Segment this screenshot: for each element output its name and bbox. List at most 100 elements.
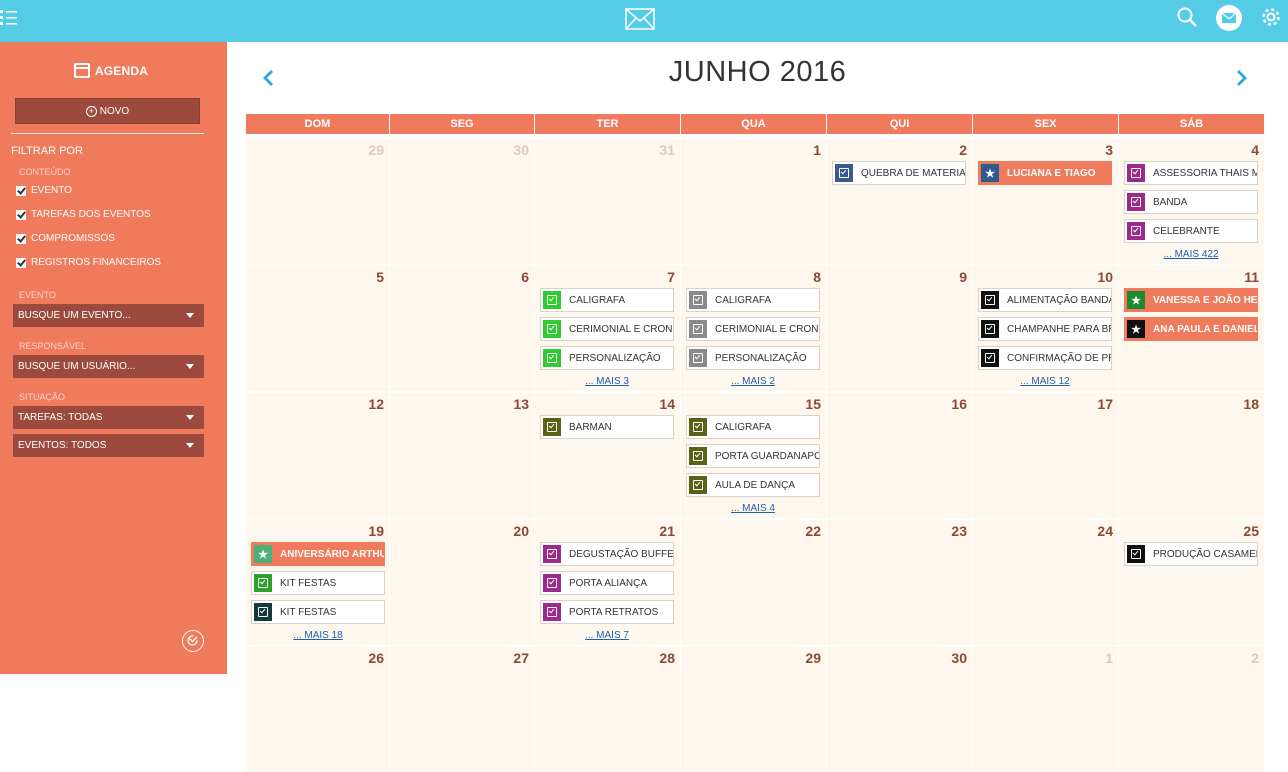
day-cell[interactable]: 21 DEGUSTAÇÃO BUFFET PORTA ALIANÇA PORTA RE… — [535, 520, 680, 645]
day-cell[interactable]: 28 — [535, 647, 680, 772]
new-button[interactable]: + NOVO — [15, 98, 200, 124]
day-cell[interactable]: 4 ASSESSORIA THAIS M BANDA CELEBRANTE ... MA… — [1119, 139, 1264, 264]
gear-icon[interactable] — [1259, 5, 1283, 29]
task-item[interactable]: CELEBRANTE — [1124, 219, 1258, 243]
day-cell[interactable]: 9 — [827, 266, 972, 391]
sidebar-title-label: AGENDA — [94, 64, 149, 78]
day-cell[interactable]: 18 — [1119, 393, 1264, 518]
filter-check-tarefas[interactable]: TAREFAS DOS EVENTOS — [16, 209, 151, 220]
checkbox-icon[interactable] — [16, 257, 26, 268]
day-cell[interactable]: 17 — [973, 393, 1118, 518]
search-icon[interactable] — [1176, 6, 1198, 28]
events-select[interactable]: EVENTOS: TODOS — [13, 434, 204, 457]
filter-check-registros[interactable]: REGISTROS FINANCEIROS — [16, 257, 161, 268]
task-item[interactable]: ALIMENTAÇÃO BANDA — [978, 288, 1112, 312]
task-item[interactable]: DEGUSTAÇÃO BUFFET — [540, 542, 674, 566]
task-item[interactable]: CALIGRAFA — [686, 288, 820, 312]
more-link[interactable]: ... MAIS 422 — [1119, 249, 1263, 260]
day-cell[interactable]: 20 — [390, 520, 534, 645]
event-label: KIT FESTAS — [280, 606, 337, 618]
task-item[interactable]: PORTA GUARDANAPO — [686, 444, 820, 468]
event-search-value: BUSQUE UM EVENTO... — [18, 310, 131, 321]
task-item[interactable]: PERSONALIZAÇÃO — [540, 346, 674, 370]
caret-down-icon — [186, 364, 194, 369]
prev-month-button[interactable] — [259, 68, 279, 88]
day-cell[interactable]: 2 — [1119, 647, 1264, 772]
task-item[interactable]: CERIMONIAL E CRONO — [686, 317, 820, 341]
more-link[interactable]: ... MAIS 7 — [535, 630, 679, 641]
task-item[interactable]: CALIGRAFA — [540, 288, 674, 312]
task-item[interactable]: PORTA RETRATOS — [540, 600, 674, 624]
day-cell[interactable]: 6 — [390, 266, 534, 391]
day-cell[interactable]: 22 — [681, 520, 826, 645]
day-cell[interactable]: 1 — [681, 139, 826, 264]
day-cell[interactable]: 12 — [246, 393, 389, 518]
task-item[interactable]: PERSONALIZAÇÃO — [686, 346, 820, 370]
task-item[interactable]: KIT FESTAS — [251, 600, 385, 624]
day-number: 1 — [813, 142, 821, 158]
more-link[interactable]: ... MAIS 18 — [246, 630, 390, 641]
day-cell[interactable]: 29 — [246, 139, 389, 264]
situation-heading: SITUAÇÃO — [19, 392, 66, 402]
day-cell[interactable]: 8 CALIGRAFA CERIMONIAL E CRONO PERSONALIZAÇ… — [681, 266, 826, 391]
day-cell[interactable]: 24 — [973, 520, 1118, 645]
checkbox-icon[interactable] — [16, 209, 26, 220]
day-cell[interactable]: 16 — [827, 393, 972, 518]
day-cell[interactable]: 23 — [827, 520, 972, 645]
day-cell[interactable]: 25 PRODUÇÃO CASAMENT — [1119, 520, 1264, 645]
avatar[interactable] — [1216, 5, 1242, 31]
task-item[interactable]: PORTA ALIANÇA — [540, 571, 674, 595]
task-item[interactable]: CERIMONIAL E CRONO — [540, 317, 674, 341]
more-link[interactable]: ... MAIS 4 — [681, 503, 825, 514]
day-cell[interactable]: 10 ALIMENTAÇÃO BANDA CHAMPANHE PARA BR CONF… — [973, 266, 1118, 391]
task-item[interactable]: CALIGRAFA — [686, 415, 820, 439]
filter-check-evento[interactable]: EVENTO — [16, 185, 72, 196]
task-item[interactable]: BANDA — [1124, 190, 1258, 214]
day-cell[interactable]: 19 ★ ANIVERSÁRIO ARTHU KIT FESTAS KIT FESTAS… — [246, 520, 389, 645]
day-cell[interactable]: 1 — [973, 647, 1118, 772]
mail-logo-icon[interactable] — [625, 7, 655, 31]
day-cell[interactable]: 29 — [681, 647, 826, 772]
event-search-select[interactable]: BUSQUE UM EVENTO... — [13, 304, 204, 327]
next-month-button[interactable] — [1231, 68, 1251, 88]
day-cell[interactable]: 11 ★ VANESSA E JOÃO HEN ★ ANA PAULA E DANIEL — [1119, 266, 1264, 391]
checkbox-icon[interactable] — [16, 233, 26, 244]
filter-check-compromissos[interactable]: COMPROMISSOS — [16, 233, 115, 244]
event-item[interactable]: ★ VANESSA E JOÃO HEN — [1124, 288, 1258, 312]
tasks-select[interactable]: TAREFAS: TODAS — [13, 406, 204, 429]
divider — [11, 133, 204, 134]
day-cell[interactable]: 27 — [390, 647, 534, 772]
more-link[interactable]: ... MAIS 12 — [973, 376, 1117, 387]
star-icon: ★ — [1127, 291, 1145, 309]
day-cell[interactable]: 26 — [246, 647, 389, 772]
day-cell[interactable]: 30 — [390, 139, 534, 264]
task-item[interactable]: ASSESSORIA THAIS M — [1124, 161, 1258, 185]
day-cell[interactable]: 31 — [535, 139, 680, 264]
weekday-label: TER — [535, 114, 680, 134]
day-cell[interactable]: 14 BARMAN — [535, 393, 680, 518]
more-link[interactable]: ... MAIS 2 — [681, 376, 825, 387]
day-cell[interactable]: 2 QUEBRA DE MATERIA — [827, 139, 972, 264]
day-cell[interactable]: 15 CALIGRAFA PORTA GUARDANAPO AULA DE DANÇA… — [681, 393, 826, 518]
event-item[interactable]: ★ LUCIANA E TIAGO — [978, 161, 1112, 185]
task-item[interactable]: AULA DE DANÇA — [686, 473, 820, 497]
checkbox-icon[interactable] — [16, 185, 26, 196]
day-cell[interactable]: 5 — [246, 266, 389, 391]
task-item[interactable]: CHAMPANHE PARA BR — [978, 317, 1112, 341]
day-cell[interactable]: 7 CALIGRAFA CERIMONIAL E CRONO PERSONALIZAÇ… — [535, 266, 680, 391]
task-check-icon — [543, 603, 561, 621]
task-item[interactable]: CONFIRMAÇÃO DE PR — [978, 346, 1112, 370]
task-item[interactable]: PRODUÇÃO CASAMENT — [1124, 542, 1258, 566]
event-item[interactable]: ★ ANA PAULA E DANIEL — [1124, 317, 1258, 341]
task-item[interactable]: KIT FESTAS — [251, 571, 385, 595]
more-link[interactable]: ... MAIS 3 — [535, 376, 679, 387]
task-item[interactable]: BARMAN — [540, 415, 674, 439]
day-cell[interactable]: 30 — [827, 647, 972, 772]
refresh-icon[interactable] — [182, 630, 204, 652]
day-cell[interactable]: 13 — [390, 393, 534, 518]
day-cell[interactable]: 3 ★ LUCIANA E TIAGO — [973, 139, 1118, 264]
task-item[interactable]: QUEBRA DE MATERIA — [832, 161, 966, 185]
user-search-select[interactable]: BUSQUE UM USUÁRIO... — [13, 355, 204, 378]
event-item[interactable]: ★ ANIVERSÁRIO ARTHU — [251, 542, 385, 566]
menu-list-icon[interactable] — [0, 8, 18, 28]
